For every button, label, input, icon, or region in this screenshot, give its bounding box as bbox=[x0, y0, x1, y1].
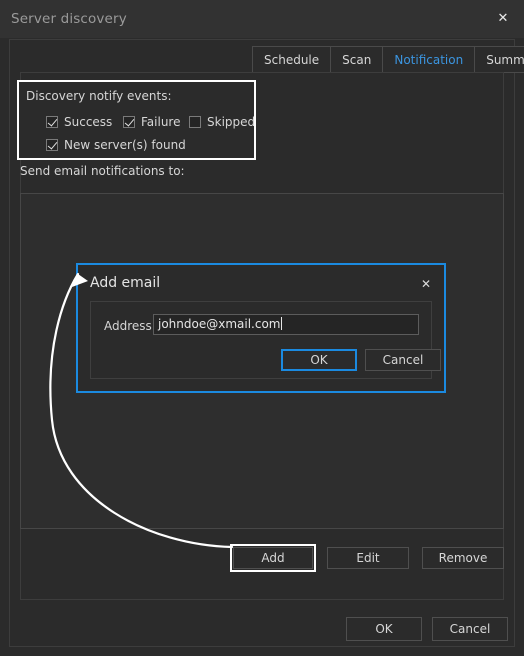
checkbox-skipped-box bbox=[189, 115, 201, 128]
tab-scan[interactable]: Scan bbox=[330, 46, 384, 73]
add-email-dialog-title: Add email bbox=[90, 275, 161, 291]
add-email-dialog: Add email ✕ Address: johndoe@xmail.com O… bbox=[76, 263, 446, 393]
checkbox-failure[interactable]: Failure bbox=[123, 115, 180, 129]
add-email-cancel-button[interactable]: Cancel bbox=[365, 349, 441, 371]
add-email-button[interactable]: Add bbox=[233, 547, 313, 569]
tab-schedule[interactable]: Schedule bbox=[252, 46, 332, 73]
close-icon[interactable]: ✕ bbox=[490, 8, 516, 30]
dialog-cancel-button[interactable]: Cancel bbox=[432, 617, 508, 641]
add-email-close-icon[interactable]: ✕ bbox=[418, 276, 434, 292]
window-titlebar: Server discovery ✕ bbox=[0, 0, 524, 38]
checkbox-success-label: Success bbox=[64, 114, 113, 129]
text-caret bbox=[281, 317, 283, 330]
checkbox-success[interactable]: Success bbox=[46, 115, 112, 129]
checkbox-failure-label: Failure bbox=[141, 114, 181, 129]
tab-summary[interactable]: Summary bbox=[474, 46, 524, 73]
tab-notification[interactable]: Notification bbox=[382, 46, 476, 73]
checkbox-new-servers-found[interactable]: New server(s) found bbox=[46, 138, 186, 152]
dialog-ok-button[interactable]: OK bbox=[346, 617, 422, 641]
checkbox-new-servers-found-box bbox=[46, 138, 58, 151]
add-email-ok-button[interactable]: OK bbox=[281, 349, 357, 371]
checkbox-success-box bbox=[46, 115, 58, 128]
checkbox-new-servers-found-label: New server(s) found bbox=[64, 137, 186, 152]
checkbox-skipped-label: Skipped bbox=[207, 114, 256, 129]
add-email-form-group: Address: johndoe@xmail.com OK Cancel bbox=[90, 301, 441, 379]
remove-email-button[interactable]: Remove bbox=[422, 547, 504, 569]
tab-strip: Schedule Scan Notification Summary bbox=[252, 46, 524, 73]
address-input[interactable]: johndoe@xmail.com bbox=[153, 314, 419, 335]
discovery-notify-events-group: Discovery notify events: Success Failure… bbox=[17, 80, 256, 160]
server-discovery-window: Server discovery ✕ Schedule Scan Notific… bbox=[0, 0, 524, 656]
checkbox-failure-box bbox=[123, 115, 135, 128]
address-label: Address: bbox=[104, 319, 156, 333]
edit-email-button[interactable]: Edit bbox=[327, 547, 409, 569]
discovery-notify-events-label: Discovery notify events: bbox=[26, 89, 172, 103]
window-title: Server discovery bbox=[11, 11, 127, 27]
checkbox-skipped[interactable]: Skipped bbox=[189, 115, 255, 129]
send-email-notifications-label: Send email notifications to: bbox=[20, 164, 185, 178]
address-input-value: johndoe@xmail.com bbox=[158, 317, 281, 331]
